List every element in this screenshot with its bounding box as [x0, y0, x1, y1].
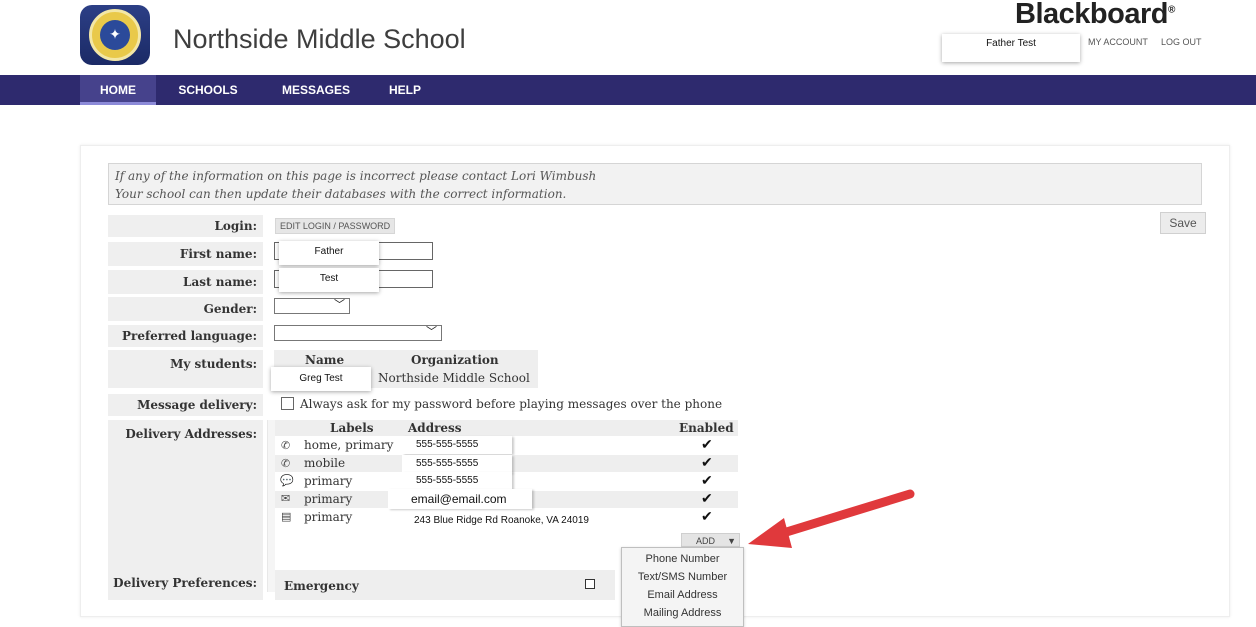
- main-nav: HOME SCHOOLS MESSAGES HELP: [0, 75, 1256, 105]
- user-name-badge: Father Test: [942, 34, 1080, 62]
- enabled-check: ✔: [701, 436, 713, 452]
- addresses-col-address: Address: [408, 421, 462, 435]
- first-name-label: First name:: [108, 242, 263, 266]
- student-name: Greg Test: [271, 367, 371, 391]
- address-label: primary: [304, 510, 353, 524]
- annotation-arrow-icon: [748, 489, 915, 548]
- address-value: email@email.com: [388, 489, 532, 509]
- chevron-down-icon: ﹀: [426, 326, 437, 338]
- notice-line-1: If any of the information on this page i…: [115, 169, 597, 183]
- phone-icon: ✆: [281, 457, 291, 470]
- enabled-check: ✔: [701, 490, 713, 506]
- nav-schools[interactable]: SCHOOLS: [158, 75, 258, 105]
- address-value: 243 Blue Ridge Rd Roanoke, VA 24019: [400, 512, 648, 530]
- blackboard-logo: Blackboard®: [1015, 0, 1175, 31]
- menu-item-text-sms-number[interactable]: Text/SMS Number: [622, 571, 743, 583]
- save-button[interactable]: Save: [1160, 212, 1206, 234]
- log-out-link[interactable]: LOG OUT: [1161, 37, 1202, 47]
- message-delivery-label: Message delivery:: [108, 394, 263, 416]
- address-label: primary: [304, 492, 353, 506]
- address-value: 555-555-5555: [402, 455, 512, 473]
- student-organization: Northside Middle School: [378, 371, 530, 385]
- first-name-value: Father: [279, 241, 379, 265]
- add-address-button[interactable]: ADD ▼: [681, 533, 740, 547]
- gender-label: Gender:: [108, 297, 263, 321]
- language-select[interactable]: ﹀: [274, 325, 442, 341]
- enabled-check: ✔: [701, 508, 713, 524]
- add-button-label: ADD: [696, 536, 716, 546]
- chevron-down-icon: ﹀: [334, 299, 345, 311]
- add-address-menu: Phone Number Text/SMS Number Email Addre…: [621, 547, 744, 627]
- language-label: Preferred language:: [108, 325, 263, 347]
- address-value: 555-555-5555: [402, 472, 512, 490]
- enabled-check: ✔: [701, 454, 713, 470]
- emergency-checkbox[interactable]: [585, 579, 595, 589]
- addresses-col-enabled: Enabled: [679, 421, 734, 435]
- school-name: Northside Middle School: [173, 24, 466, 54]
- mailing-address-icon: ▤: [281, 510, 292, 523]
- gender-select[interactable]: ﹀: [274, 298, 350, 314]
- students-label: My students:: [108, 350, 263, 388]
- brand-text: Blackboard: [1015, 0, 1168, 30]
- enabled-check: ✔: [701, 472, 713, 488]
- nav-messages[interactable]: MESSAGES: [262, 75, 370, 105]
- nav-home[interactable]: HOME: [80, 75, 156, 105]
- students-col-org: Organization: [411, 353, 499, 367]
- sms-icon: 💬: [280, 474, 294, 487]
- delivery-preferences-label: Delivery Preferences:: [108, 570, 263, 600]
- caret-down-icon: ▼: [727, 536, 736, 546]
- password-prompt-checkbox[interactable]: [281, 397, 294, 410]
- address-label: mobile: [304, 456, 346, 470]
- menu-item-email-address[interactable]: Email Address: [622, 589, 743, 601]
- school-logo[interactable]: ✦: [80, 5, 150, 65]
- email-icon: ✉: [281, 492, 291, 505]
- students-col-name: Name: [305, 353, 345, 367]
- school-seal-icon: ✦: [89, 9, 141, 61]
- notice-line-2: Your school can then update their databa…: [115, 187, 567, 201]
- login-label: Login:: [108, 215, 263, 237]
- addresses-col-labels: Labels: [330, 421, 374, 435]
- address-label: primary: [304, 474, 353, 488]
- phone-icon: ✆: [281, 439, 291, 452]
- last-name-value: Test: [279, 268, 379, 292]
- edit-login-button[interactable]: EDIT LOGIN / PASSWORD: [275, 218, 396, 234]
- menu-item-mailing-address[interactable]: Mailing Address: [622, 607, 743, 619]
- info-notice: If any of the information on this page i…: [108, 163, 1202, 205]
- brand-mark: ®: [1167, 4, 1175, 16]
- address-value: 555-555-5555: [402, 436, 512, 454]
- delivery-addresses-label: Delivery Addresses:: [108, 420, 263, 592]
- menu-item-phone-number[interactable]: Phone Number: [622, 553, 743, 565]
- address-label: home, primary: [304, 438, 394, 452]
- password-prompt-text: Always ask for my password before playin…: [300, 397, 723, 411]
- my-account-link[interactable]: MY ACCOUNT: [1088, 37, 1148, 47]
- nav-help[interactable]: HELP: [372, 75, 438, 105]
- last-name-label: Last name:: [108, 270, 263, 294]
- emergency-label: Emergency: [284, 579, 359, 593]
